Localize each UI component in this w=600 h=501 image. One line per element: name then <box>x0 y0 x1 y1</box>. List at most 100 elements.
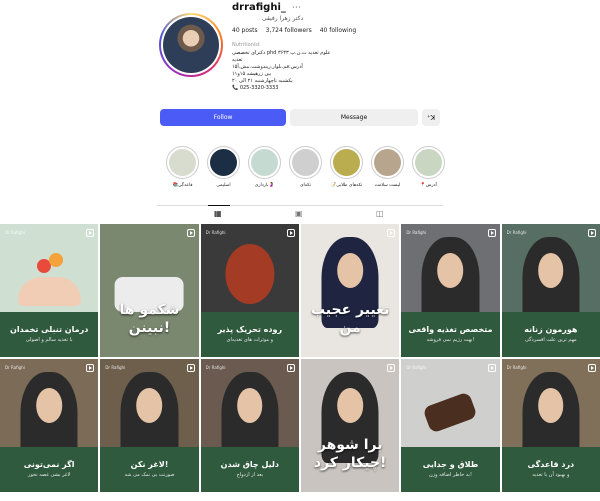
following-count[interactable]: 40 following <box>320 27 357 34</box>
highlight-label: لیست سلامت <box>374 183 401 188</box>
posts-tab-icon[interactable]: ▦ <box>214 209 222 218</box>
highlight-label: اسلیمی <box>216 183 231 188</box>
profile-category: Nutritionist <box>232 42 260 48</box>
post-title: روده تحریک پذیر <box>217 325 283 335</box>
bio-line: آدرس:قم.بلوار.زیندوشت.نبش.آ۱۵ <box>232 64 303 70</box>
post-title: هورمون زنانه <box>524 325 578 335</box>
post-subtitle: بهت رژیم نمی فروشه! <box>426 337 475 344</box>
post-title: درد قاعدگی <box>527 460 575 470</box>
highlight-cover <box>166 146 199 179</box>
highlight-item[interactable]: 📝تکه‌های طلایی <box>330 146 363 188</box>
post-caption-bar: طلاق و جدایی به خاطر اضافه وزن! <box>401 446 500 492</box>
post-thumbnail[interactable]: Dr Rafighi لاغر نکن! صورتت بی نمک می شه <box>100 359 199 492</box>
reel-icon <box>186 364 195 372</box>
post-caption-bar: لاغر نکن! صورتت بی نمک می شه <box>100 446 199 492</box>
highlight-item[interactable]: 📍آدرس <box>412 146 445 188</box>
post-thumbnail[interactable]: Dr Rafighi درد قاعدگی و بهبود آن با تغذی… <box>501 359 600 492</box>
post-thumbnail[interactable]: Dr Rafighi دلیل چاق شدن بعد از ازدواج <box>200 359 299 492</box>
avatar <box>163 17 219 73</box>
message-button[interactable]: Message <box>290 109 418 126</box>
post-subtitle: مهم ترین علت افسردگی <box>524 337 577 344</box>
post-title: برا شوهر چیکار کرد! <box>313 437 387 471</box>
follow-button[interactable]: Follow <box>160 109 286 126</box>
watermark: Dr Rafighi <box>205 365 226 370</box>
bio-line: 📞 025-3320-3333 <box>232 85 279 91</box>
reel-icon <box>588 229 596 237</box>
face <box>538 388 564 423</box>
highlight-label: تکه‌ای <box>300 183 311 188</box>
gut-illustration <box>225 243 275 304</box>
profile-bio: دکترای تخصصی phd علوم تغذیه ت.ن.پ ۳۶۳۳ ت… <box>232 50 372 92</box>
post-thumbnail[interactable]: شکمو ها نبینن! <box>100 224 199 357</box>
post-title: لاغر نکن! <box>130 460 169 470</box>
post-thumbnail[interactable]: برا شوهر چیکار کرد! <box>301 359 400 492</box>
face <box>136 388 163 423</box>
highlight-cover <box>289 146 322 179</box>
post-thumbnail[interactable]: Dr Rafighi هورمون زنانه مهم ترین علت افس… <box>501 224 600 357</box>
post-caption-bar: روده تحریک پذیر و موثرات های تغذیه‌ای <box>200 311 299 357</box>
watermark: Dr Rafighi <box>5 230 25 235</box>
username: drrafighi_ <box>232 2 286 13</box>
post-title: تغییر عجیب من <box>310 302 390 336</box>
post-title: دلیل چاق شدن <box>220 460 279 470</box>
watermark: Dr Rafighi <box>406 230 427 235</box>
highlight-cover <box>207 146 240 179</box>
post-subtitle: به خاطر اضافه وزن! <box>429 472 472 479</box>
watermark: Dr Rafighi <box>205 230 226 235</box>
reels-tab-icon[interactable]: ▣ <box>295 209 303 218</box>
reel-icon <box>487 364 496 372</box>
post-caption-bar: هورمون زنانه مهم ترین علت افسردگی <box>501 311 600 357</box>
post-title: شکمو ها نبینن! <box>119 302 180 336</box>
reel-icon <box>387 364 396 372</box>
post-caption-bar: درد قاعدگی و بهبود آن با تغذیه <box>501 446 600 492</box>
post-title: طلاق و جدایی <box>422 460 479 470</box>
highlight-cover <box>412 146 445 179</box>
posts-count: 40 posts <box>232 27 258 34</box>
post-thumbnail[interactable]: Dr Rafighi روده تحریک پذیر و موثرات های … <box>200 224 299 357</box>
highlight-item[interactable]: لیست سلامت <box>371 146 404 188</box>
full-name: دکتر زهرا رفیقی <box>262 15 304 22</box>
person-add-icon[interactable]: ⁺ꓘ <box>422 109 440 126</box>
post-thumbnail[interactable]: Dr Rafighi متخصص تغذیه واقعی بهت رژیم نم… <box>401 224 500 357</box>
watermark: Dr Rafighi <box>506 230 527 235</box>
bio-line: تغذیه <box>232 57 243 63</box>
post-thumbnail[interactable]: Dr Rafighi طلاق و جدایی به خاطر اضافه وز… <box>401 359 500 492</box>
post-thumbnail[interactable]: Dr Rafighi درمان تنبلی تخمدان با تغذیه س… <box>0 224 99 357</box>
post-title: درمان تنبلی تخمدان <box>10 325 89 335</box>
highlight-item[interactable]: اسلیمی <box>207 146 240 188</box>
hands-illustration <box>17 277 81 307</box>
post-caption-bar: درمان تنبلی تخمدان با تغذیه سالم و اصولی <box>0 311 99 357</box>
highlight-label: بارداری🤰 <box>254 183 275 188</box>
post-caption-bar: متخصص تغذیه واقعی بهت رژیم نمی فروشه! <box>401 311 500 357</box>
highlight-cover <box>371 146 404 179</box>
face <box>337 253 363 288</box>
post-subtitle: بعد از ازدواج <box>236 472 264 479</box>
post-thumbnail[interactable]: Dr Rafighi اگر نمی‌تونی لاغر بشی غصه نخو… <box>0 359 99 492</box>
post-caption-bar: دلیل چاق شدن بعد از ازدواج <box>200 446 299 492</box>
bio-line: بین زرهیشه ۱۵و۱۱ <box>232 71 272 77</box>
post-subtitle: و موثرات های تغذیه‌ای <box>226 337 274 344</box>
reel-icon <box>287 364 295 372</box>
post-subtitle: با تغذیه سالم و اصولی <box>25 337 73 344</box>
post-thumbnail[interactable]: تغییر عجیب من <box>301 224 400 357</box>
reel-icon <box>186 229 195 237</box>
post-title: متخصص تغذیه واقعی <box>408 325 493 335</box>
tagged-tab-icon[interactable]: ◫ <box>376 209 384 218</box>
highlight-item[interactable]: تکه‌ای <box>289 146 322 188</box>
highlight-label: 📍آدرس <box>420 183 437 188</box>
highlight-item[interactable]: بارداری🤰 <box>248 146 281 188</box>
post-subtitle: و بهبود آن با تغذیه <box>532 472 570 479</box>
profile-avatar[interactable] <box>159 13 223 77</box>
reel-icon <box>86 364 95 372</box>
reel-icon <box>487 229 496 237</box>
highlight-cover <box>248 146 281 179</box>
active-tab-indicator <box>208 205 230 206</box>
gavel-illustration <box>422 391 479 434</box>
followers-count[interactable]: 3,724 followers <box>266 27 312 34</box>
face <box>36 388 62 423</box>
watermark: Dr Rafighi <box>406 365 427 370</box>
highlight-item[interactable]: 📚قاعدگی <box>166 146 199 188</box>
face <box>337 388 363 423</box>
ellipsis-icon[interactable]: ⋯ <box>292 3 301 13</box>
face <box>538 253 564 288</box>
